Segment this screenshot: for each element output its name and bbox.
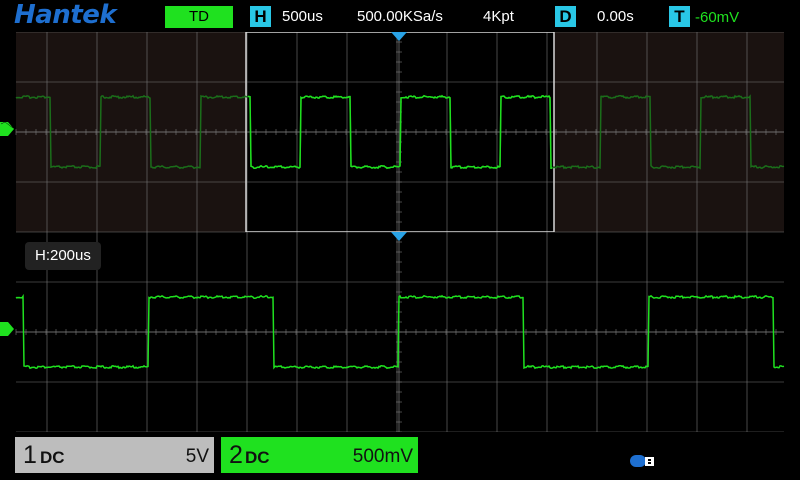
main-waveform-svg xyxy=(0,32,785,232)
channel-2-box[interactable]: 2 DC 500mV xyxy=(221,437,418,473)
memory-depth[interactable]: 4Kpt xyxy=(483,8,514,25)
channel-2-coupling: DC xyxy=(245,448,270,467)
timebase-value[interactable]: 500us xyxy=(282,8,323,25)
status-bar: Hantek TD H 500us 500.00KSa/s 4Kpt D 0.0… xyxy=(0,0,800,32)
channel-2-number: 2 xyxy=(229,441,243,469)
sample-rate: 500.00KSa/s xyxy=(357,8,443,25)
channel-1-scale: 5V xyxy=(185,446,209,467)
mode-badge[interactable]: TD xyxy=(165,6,233,28)
channel-2-scale: 500mV xyxy=(352,446,413,467)
timebase-letter: H xyxy=(250,6,271,27)
zoom-waveform-svg xyxy=(0,232,785,432)
channel-1-number: 1 xyxy=(23,441,37,469)
zoom-waveform-panel[interactable] xyxy=(0,232,800,432)
channel-ground-marker-icon[interactable] xyxy=(0,122,14,136)
brand-logo: Hantek xyxy=(14,0,117,30)
delay-letter: D xyxy=(555,6,576,27)
channel-1-coupling: DC xyxy=(40,448,65,467)
main-waveform-panel[interactable] xyxy=(0,32,800,232)
usb-icon xyxy=(630,455,654,467)
zoom-channel-ground-marker-icon[interactable] xyxy=(0,322,14,336)
trigger-level[interactable]: -60mV xyxy=(695,9,739,26)
channel-1-box[interactable]: 1 DC 5V xyxy=(15,437,214,473)
delay-value[interactable]: 0.00s xyxy=(597,8,634,25)
trigger-letter: T xyxy=(669,6,690,27)
zoom-timebase-badge: H:200us xyxy=(25,242,101,270)
